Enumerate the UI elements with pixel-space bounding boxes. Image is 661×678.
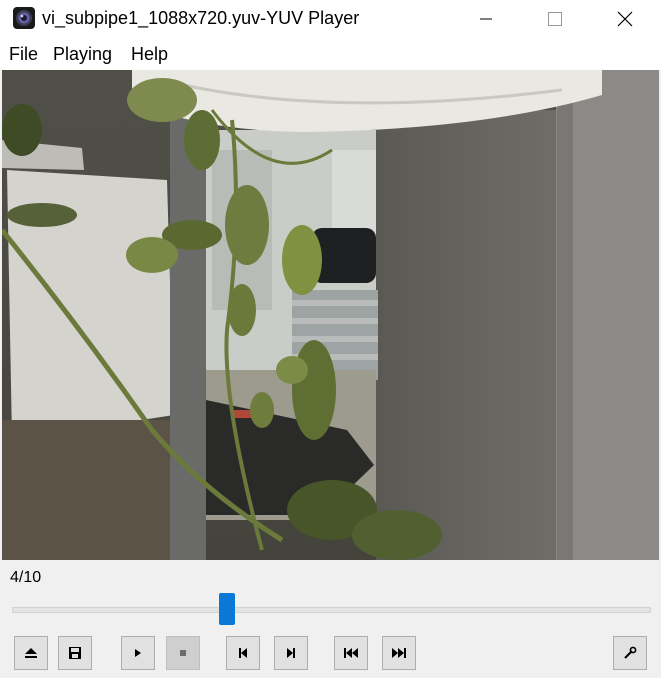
last-frame-button[interactable] — [382, 636, 416, 670]
seek-slider-thumb[interactable] — [219, 593, 235, 625]
wrench-icon — [624, 646, 637, 659]
skip-forward-icon — [392, 648, 406, 658]
step-forward-icon — [287, 648, 295, 658]
play-icon — [135, 649, 141, 657]
frame-counter: 4/10 — [10, 569, 42, 586]
video-frame-image — [2, 70, 659, 560]
eject-icon — [25, 648, 37, 658]
seek-slider-track[interactable] — [12, 607, 651, 613]
title-bar: vi_subpipe1_1088x720.yuv-YUV Player — [0, 0, 661, 38]
menu-bar: File Playing Help — [0, 38, 661, 70]
window-title: vi_subpipe1_1088x720.yuv-YUV Player — [42, 8, 360, 28]
stop-button[interactable] — [166, 636, 200, 670]
stop-icon — [180, 650, 186, 656]
menu-file[interactable]: File — [9, 44, 38, 65]
first-frame-button[interactable] — [334, 636, 368, 670]
minimize-icon — [480, 18, 492, 20]
next-frame-button[interactable] — [274, 636, 308, 670]
play-button[interactable] — [121, 636, 155, 670]
open-button[interactable] — [14, 636, 48, 670]
skip-back-icon — [344, 648, 358, 658]
menu-playing[interactable]: Playing — [53, 44, 112, 65]
close-icon — [617, 11, 633, 27]
save-icon — [69, 647, 81, 659]
close-button[interactable] — [602, 0, 648, 38]
video-frame — [2, 70, 659, 560]
settings-button[interactable] — [613, 636, 647, 670]
camera-lens-icon — [13, 7, 35, 29]
minimize-button[interactable] — [463, 0, 509, 38]
maximize-button[interactable] — [532, 0, 578, 38]
previous-frame-button[interactable] — [226, 636, 260, 670]
menu-help[interactable]: Help — [131, 44, 168, 65]
step-back-icon — [239, 648, 247, 658]
save-button[interactable] — [58, 636, 92, 670]
maximize-icon — [548, 12, 562, 26]
